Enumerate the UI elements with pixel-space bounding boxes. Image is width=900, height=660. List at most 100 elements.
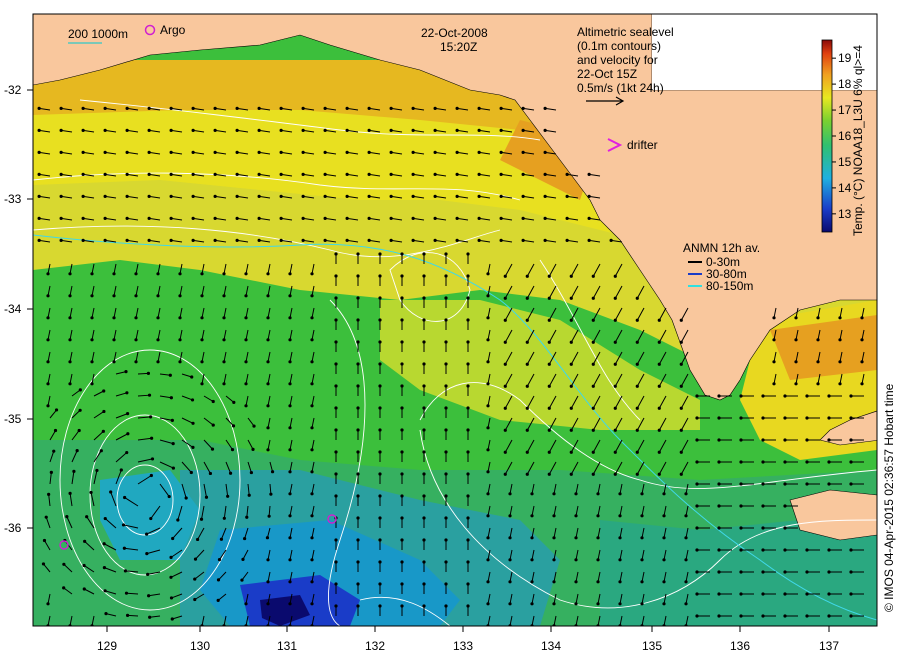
velocity-arrowhead bbox=[805, 394, 809, 398]
velocity-arrowhead bbox=[433, 106, 437, 110]
velocity-arrowhead bbox=[266, 382, 270, 386]
velocity-arrowhead bbox=[247, 493, 251, 497]
velocity-arrowhead bbox=[684, 558, 688, 562]
velocity-arrowhead bbox=[249, 470, 253, 475]
colorbar-tick-label: 15 bbox=[838, 155, 852, 169]
velocity-arrowhead bbox=[112, 272, 116, 276]
velocity-arrowhead bbox=[323, 172, 327, 176]
velocity-arrowhead bbox=[508, 558, 512, 562]
velocity-arrowhead bbox=[231, 424, 236, 428]
velocity-arrowhead bbox=[466, 384, 470, 388]
velocity-arrowhead bbox=[422, 604, 426, 608]
velocity-arrowhead bbox=[422, 494, 426, 498]
velocity-arrowhead bbox=[216, 598, 220, 602]
velocity-arrowhead bbox=[618, 492, 622, 496]
velocity-arrowhead bbox=[147, 238, 151, 242]
velocity-arrowhead bbox=[279, 106, 283, 110]
velocity-arrowhead bbox=[794, 338, 798, 342]
velocity-arrowhead bbox=[125, 172, 129, 176]
velocity-arrowhead bbox=[618, 536, 622, 540]
velocity-arrowhead bbox=[486, 404, 490, 408]
velocity-arrowhead bbox=[772, 316, 776, 320]
velocity-arrowhead bbox=[547, 406, 551, 410]
velocity-arrowhead bbox=[90, 316, 94, 320]
velocity-arrowhead bbox=[411, 194, 415, 198]
velocity-arrowhead bbox=[266, 580, 270, 584]
velocity-arrowhead bbox=[323, 216, 327, 220]
velocity-arrowhead bbox=[178, 316, 182, 320]
velocity-arrowhead bbox=[860, 360, 864, 364]
velocity-arrowhead bbox=[547, 450, 551, 454]
velocity-arrowhead bbox=[565, 172, 569, 176]
sst-map: 129 130 131 132 133 134 135 136 137 -32 -33 -34 -35 -… bbox=[4, 13, 896, 653]
velocity-arrowhead bbox=[82, 563, 86, 568]
velocity-arrowhead bbox=[378, 384, 382, 388]
velocity-arrowhead bbox=[288, 470, 292, 474]
velocity-arrowhead bbox=[486, 536, 490, 540]
velocity-arrowhead bbox=[378, 252, 382, 256]
lat-tick-label: -34 bbox=[4, 302, 22, 316]
velocity-arrowhead bbox=[68, 382, 72, 386]
velocity-arrowhead bbox=[279, 238, 283, 242]
velocity-arrowhead bbox=[695, 614, 699, 618]
velocity-arrowhead bbox=[171, 441, 175, 446]
velocity-arrowhead bbox=[547, 472, 551, 476]
velocity-arrowhead bbox=[301, 128, 305, 132]
velocity-arrowhead bbox=[46, 404, 50, 408]
velocity-arrowhead bbox=[433, 150, 437, 154]
velocity-arrowhead bbox=[121, 523, 126, 527]
velocity-arrowhead bbox=[288, 404, 292, 408]
velocity-arrowhead bbox=[90, 294, 94, 298]
velocity-arrowhead bbox=[199, 517, 204, 521]
velocity-arrowhead bbox=[838, 360, 842, 364]
velocity-arrowhead bbox=[244, 602, 248, 606]
velocity-arrowhead bbox=[270, 470, 275, 474]
velocity-arrowhead bbox=[103, 172, 107, 176]
velocity-arrowhead bbox=[345, 128, 349, 132]
velocity-arrowhead bbox=[37, 216, 41, 220]
velocity-arrowhead bbox=[717, 526, 721, 530]
velocity-arrowhead bbox=[59, 150, 63, 154]
velocity-arrowhead bbox=[310, 558, 314, 562]
velocity-arrowhead bbox=[334, 274, 338, 278]
velocity-arrowhead bbox=[444, 274, 448, 278]
velocity-arrowhead bbox=[662, 580, 666, 584]
velocity-arrowhead bbox=[125, 150, 129, 154]
velocity-arrowhead bbox=[508, 536, 512, 540]
velocity-arrowhead bbox=[411, 172, 415, 176]
velocity-arrowhead bbox=[444, 450, 448, 454]
velocity-arrowhead bbox=[266, 316, 270, 320]
velocity-arrowhead bbox=[301, 106, 305, 110]
lat-tick-label: -36 bbox=[4, 521, 22, 535]
velocity-arrowhead bbox=[266, 272, 270, 276]
velocity-arrowhead bbox=[367, 150, 371, 154]
velocity-arrowhead bbox=[838, 338, 842, 342]
velocity-arrowhead bbox=[695, 416, 699, 420]
velocity-arrowhead bbox=[805, 482, 809, 486]
velocity-arrowhead bbox=[679, 318, 683, 322]
velocity-arrowhead bbox=[222, 360, 226, 364]
velocity-arrowhead bbox=[552, 536, 556, 540]
velocity-arrowhead bbox=[657, 362, 661, 366]
velocity-arrowhead bbox=[739, 504, 743, 508]
velocity-arrowhead bbox=[125, 194, 129, 198]
velocity-arrowhead bbox=[569, 340, 573, 344]
velocity-arrowhead bbox=[827, 548, 831, 552]
velocity-arrowhead bbox=[794, 316, 798, 320]
velocity-arrowhead bbox=[59, 172, 63, 176]
velocity-arrowhead bbox=[134, 294, 138, 298]
velocity-arrowhead bbox=[213, 172, 217, 176]
velocity-arrowhead bbox=[257, 238, 261, 242]
velocity-arrowhead bbox=[222, 272, 226, 276]
velocity-arrowhead bbox=[189, 470, 193, 475]
velocity-arrowhead bbox=[191, 106, 195, 110]
velocity-arrowhead bbox=[134, 360, 138, 364]
velocity-arrowhead bbox=[213, 106, 217, 110]
velocity-arrowhead bbox=[356, 252, 360, 256]
altimetry-line: 0.5m/s (1kt 24h) bbox=[577, 81, 664, 95]
velocity-arrowhead bbox=[466, 516, 470, 520]
velocity-arrowhead bbox=[266, 294, 270, 298]
velocity-arrowhead bbox=[543, 172, 547, 176]
velocity-arrowhead bbox=[552, 492, 556, 496]
velocity-arrowhead bbox=[323, 106, 327, 110]
